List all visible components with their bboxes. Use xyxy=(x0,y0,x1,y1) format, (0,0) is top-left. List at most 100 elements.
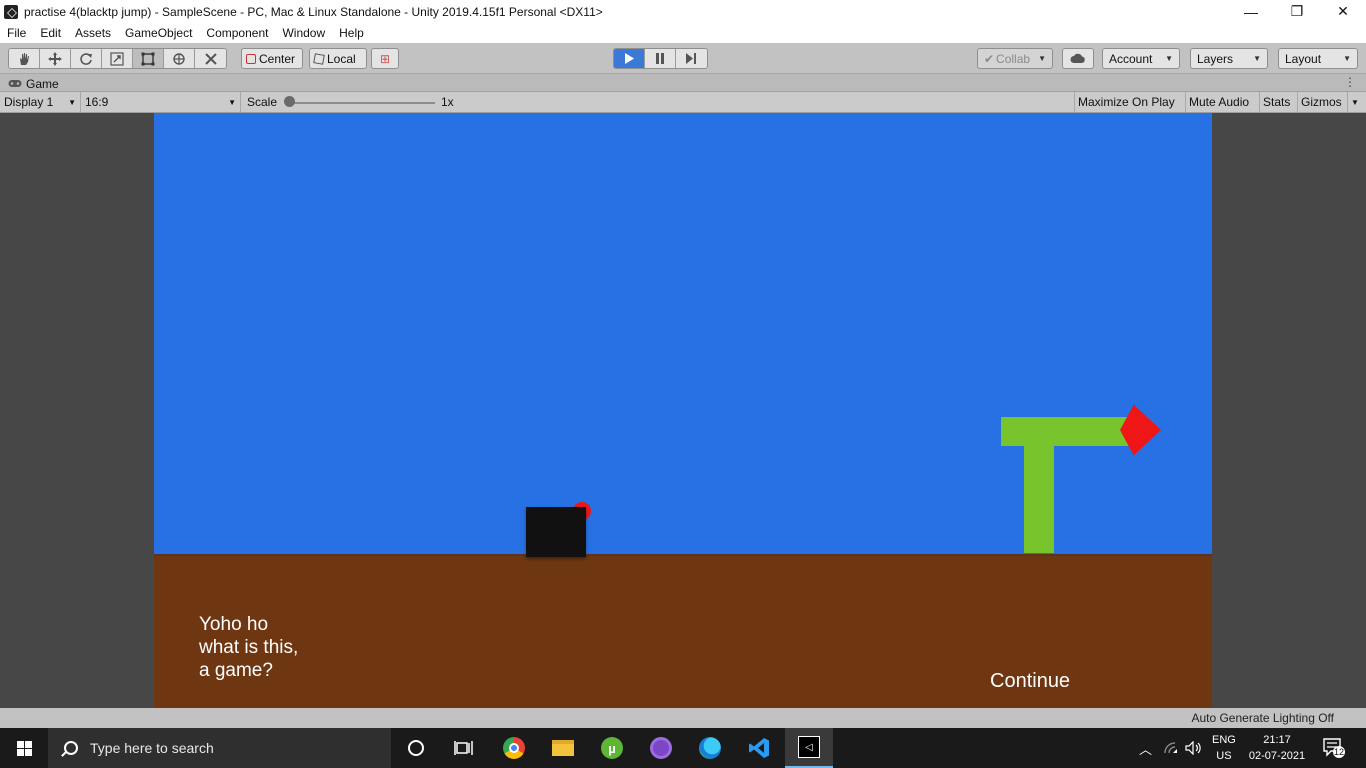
network-button[interactable] xyxy=(1163,728,1181,768)
tab-game[interactable]: Game xyxy=(4,75,63,92)
restore-button[interactable]: ❐ xyxy=(1274,0,1320,23)
show-hidden-icons-button[interactable]: ︿ xyxy=(1139,728,1152,768)
vscode-icon xyxy=(749,738,769,758)
chevron-down-icon: ▼ xyxy=(68,97,76,107)
gamepad-icon xyxy=(8,80,22,87)
wifi-icon xyxy=(1164,742,1177,754)
step-icon xyxy=(686,53,696,64)
lighting-status[interactable]: Auto Generate Lighting Off xyxy=(1191,711,1334,725)
gizmos-toggle[interactable]: Gizmos xyxy=(1297,92,1345,112)
menu-file[interactable]: File xyxy=(0,26,33,40)
layers-dropdown[interactable]: Layers ▼ xyxy=(1190,48,1268,69)
rotate-tool-button[interactable] xyxy=(71,49,102,68)
custom-tool-button[interactable] xyxy=(195,49,226,68)
step-button[interactable] xyxy=(676,49,707,68)
utorrent-icon: µ xyxy=(601,737,623,759)
taskbar-search[interactable]: Type here to search xyxy=(48,728,391,768)
continue-button[interactable]: Continue xyxy=(990,670,1070,693)
move-icon xyxy=(48,51,62,66)
chevron-up-icon: ︿ xyxy=(1139,741,1153,757)
menu-window[interactable]: Window xyxy=(275,26,332,40)
dialog-text: Yoho ho what is this, a game? xyxy=(199,613,399,682)
chevron-down-icon: ▼ xyxy=(1253,54,1261,63)
title-bar: practise 4(blacktp jump) - SampleScene -… xyxy=(0,0,1366,23)
pivot-center-icon xyxy=(246,53,256,64)
close-button[interactable]: ✕ xyxy=(1320,0,1366,23)
cortana-circle-icon xyxy=(408,740,424,756)
chrome-taskbar-button[interactable] xyxy=(490,728,538,768)
maximize-on-play-toggle[interactable]: Maximize On Play xyxy=(1074,92,1178,112)
game-viewport[interactable]: Yoho ho what is this, a game? Continue xyxy=(154,113,1212,708)
volume-button[interactable] xyxy=(1185,728,1203,768)
scale-slider-handle[interactable] xyxy=(284,96,295,107)
pivot-center-button[interactable]: Center xyxy=(241,48,303,69)
menu-component[interactable]: Component xyxy=(199,26,275,40)
mute-audio-toggle[interactable]: Mute Audio xyxy=(1185,92,1252,112)
search-icon xyxy=(64,741,78,755)
task-view-icon xyxy=(454,741,473,755)
github-desktop-button[interactable] xyxy=(637,728,685,768)
play-button[interactable] xyxy=(614,49,645,68)
collab-label: Collab xyxy=(996,51,1031,66)
scale-label: Scale xyxy=(247,95,278,109)
pivot-local-label: Local xyxy=(327,51,356,66)
rect-tool-button[interactable] xyxy=(133,49,164,68)
display-dropdown[interactable]: Display 1 ▼ xyxy=(0,92,81,112)
menu-edit[interactable]: Edit xyxy=(33,26,68,40)
pause-button[interactable] xyxy=(645,49,676,68)
chrome-icon xyxy=(503,737,525,759)
unity-taskbar-button[interactable]: ◁ xyxy=(785,728,833,768)
scale-slider-track[interactable] xyxy=(289,102,435,104)
snap-button[interactable]: ⊞ xyxy=(371,48,399,69)
dialog-line: a game? xyxy=(199,660,273,681)
tab-options-icon[interactable]: ⋮ xyxy=(1344,75,1356,89)
signpost-pole xyxy=(1024,443,1054,553)
vscode-button[interactable] xyxy=(735,728,783,768)
chevron-down-icon: ▼ xyxy=(1038,54,1046,63)
transform-tool-button[interactable] xyxy=(164,49,195,68)
signpost-arm xyxy=(1001,417,1137,446)
tab-game-label: Game xyxy=(26,76,59,91)
menu-help[interactable]: Help xyxy=(332,26,371,40)
task-view-button[interactable] xyxy=(440,728,488,768)
pivot-local-button[interactable]: Local xyxy=(309,48,367,69)
hand-tool-button[interactable] xyxy=(9,49,40,68)
action-center-button[interactable]: 12 xyxy=(1323,738,1345,758)
chevron-down-icon: ▼ xyxy=(228,97,236,107)
collab-check-icon: ✔ xyxy=(984,51,995,66)
gizmos-chevron-down-icon[interactable]: ▼ xyxy=(1347,92,1362,112)
edge-button[interactable] xyxy=(686,728,734,768)
menu-gameobject[interactable]: GameObject xyxy=(118,26,199,40)
hand-icon xyxy=(20,52,29,65)
stats-toggle[interactable]: Stats xyxy=(1259,92,1293,112)
signpost-arrow-back xyxy=(1120,404,1134,456)
play-controls xyxy=(613,48,708,69)
unity-icon: ◁ xyxy=(798,736,820,758)
start-button[interactable] xyxy=(0,728,48,768)
file-explorer-button[interactable] xyxy=(539,728,587,768)
dialog-line: what is this, xyxy=(199,637,299,658)
cortana-button[interactable] xyxy=(392,728,440,768)
cloud-button[interactable] xyxy=(1062,48,1094,69)
layers-label: Layers xyxy=(1197,51,1234,66)
rotate-icon xyxy=(80,52,92,65)
utorrent-button[interactable]: µ xyxy=(588,728,636,768)
minimize-button[interactable]: — xyxy=(1228,0,1274,23)
menu-assets[interactable]: Assets xyxy=(68,26,118,40)
notification-count: 12 xyxy=(1334,747,1345,757)
collab-dropdown[interactable]: ✔ Collab ▼ xyxy=(977,48,1053,69)
chevron-down-icon: ▼ xyxy=(1165,54,1173,63)
game-view: Yoho ho what is this, a game? Continue xyxy=(0,113,1366,708)
move-tool-button[interactable] xyxy=(40,49,71,68)
language-indicator[interactable]: ENG US xyxy=(1212,732,1236,764)
main-toolbar: Center Local ⊞ ✔ Collab ▼ Account ▼ Laye… xyxy=(0,43,1366,74)
scale-tool-button[interactable] xyxy=(102,49,133,68)
aspect-dropdown[interactable]: 16:9 ▼ xyxy=(81,92,241,112)
snap-grid-icon: ⊞ xyxy=(379,51,391,66)
edge-icon xyxy=(699,737,721,759)
right-arrow-icon xyxy=(1133,404,1161,456)
account-dropdown[interactable]: Account ▼ xyxy=(1102,48,1180,69)
system-clock[interactable]: 21:17 02-07-2021 xyxy=(1246,732,1308,764)
layout-dropdown[interactable]: Layout ▼ xyxy=(1278,48,1358,69)
player-cube xyxy=(526,507,586,557)
